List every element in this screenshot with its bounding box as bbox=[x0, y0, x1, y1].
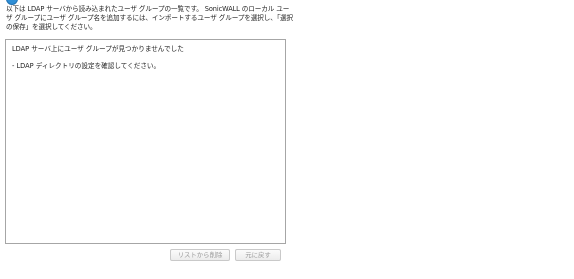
intro-text: 以下は LDAP サーバから読み込まれたユーザ グループの一覧です。 Sonic… bbox=[6, 5, 293, 31]
user-group-list[interactable]: LDAP サーバ上にユーザ グループが見つかりませんでした - LDAP ディレ… bbox=[5, 39, 286, 244]
ldap-settings-hint: - LDAP ディレクトリの設定を確認してください。 bbox=[12, 62, 161, 70]
remove-from-list-button[interactable]: リストから削除 bbox=[170, 249, 230, 261]
no-groups-message: LDAP サーバ上にユーザ グループが見つかりませんでした bbox=[12, 45, 184, 53]
ldap-import-user-groups-dialog: 以下は LDAP サーバから読み込まれたユーザ グループの一覧です。 Sonic… bbox=[0, 0, 574, 279]
restore-button[interactable]: 元に戻す bbox=[235, 249, 281, 261]
